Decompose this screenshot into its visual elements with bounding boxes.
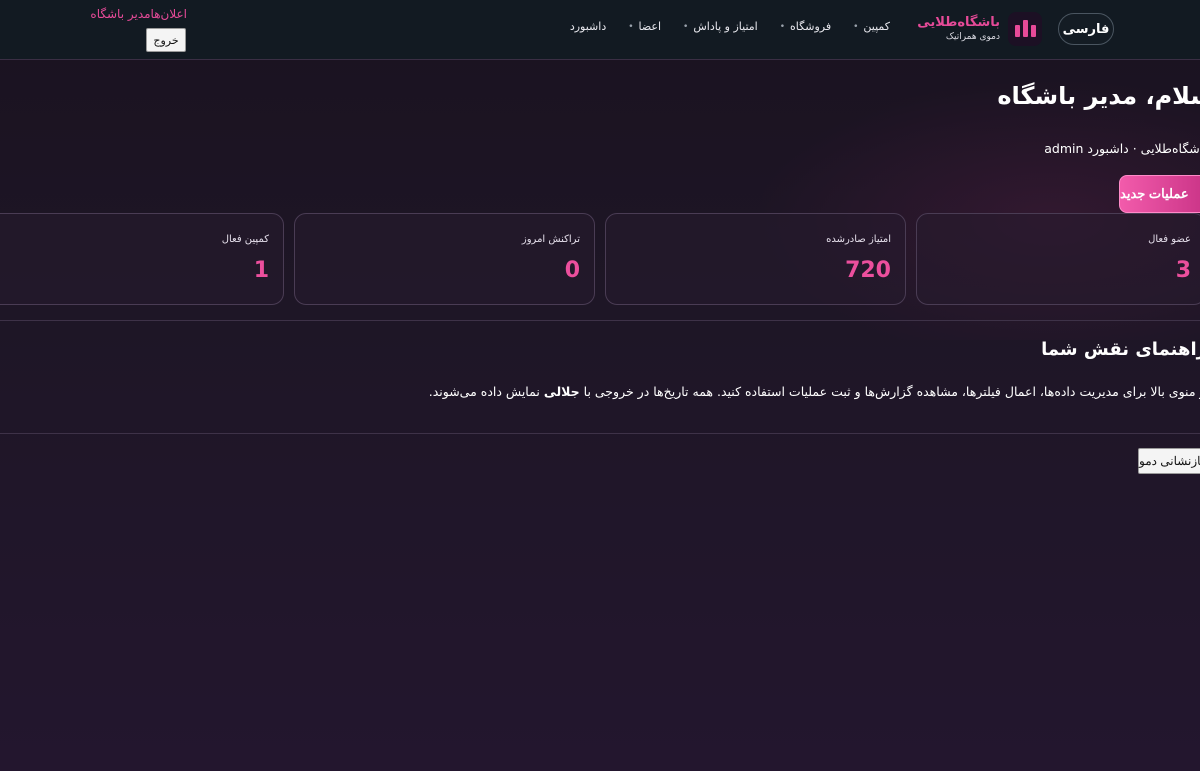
nav-item-label: امتیاز و پاداش [693,20,758,33]
top-navbar: فارسی باشگاه‌طلایی دموی همراتیک داشبورد … [0,0,1200,60]
stat-value: 0 [564,258,580,283]
reset-demo-button[interactable]: بازنشانی دمو [1138,448,1200,474]
nav-item-shop[interactable]: فروشگاه • [780,20,831,33]
dropdown-dot-icon: • [779,21,786,32]
stat-label: کمپین فعال [221,234,269,245]
stat-label: عضو فعال [1148,234,1191,245]
nav-item-campaign[interactable]: کمپین • [853,20,890,33]
stat-value: 720 [845,258,891,283]
nav-item-label: کمپین [863,20,890,33]
nav-item-label: اعضا [638,20,662,33]
dropdown-dot-icon: • [853,21,859,32]
nav-item-members[interactable]: اعضا • [628,20,661,33]
nav-item-points-rewards[interactable]: امتیاز و پاداش • [683,20,758,33]
guide-text-emphasis: جلالی [543,384,580,399]
role-guide-title: راهنمای نقش شما [1041,339,1200,360]
brand-subtitle: دموی همراتیک [945,32,1000,42]
page-title: سلام، مدیر باشگاه [997,82,1200,110]
role-guide-text: از منوی بالا برای مدیریت داده‌ها، اعمال … [429,384,1200,399]
stat-value: 3 [1175,258,1191,283]
nav-item-dashboard[interactable]: داشبورد [570,20,606,33]
guide-text-part: از منوی بالا برای مدیریت داده‌ها، اعمال … [579,384,1200,399]
stat-label: تراکنش امروز [521,234,580,245]
stat-card-active-members: عضو فعال 3 [916,213,1200,305]
logout-button[interactable]: خروج [146,28,186,52]
notifications-user-link[interactable]: اعلان‌هامدیر باشگاه [90,7,187,21]
brand-logo-icon[interactable] [1008,12,1042,46]
stat-label: امتیاز صادرشده [826,234,891,245]
stat-value: 1 [253,258,269,283]
language-button[interactable]: فارسی [1058,13,1114,45]
nav-item-label: داشبورد [569,20,607,33]
dropdown-dot-icon: • [628,21,634,32]
stat-card-active-campaigns: کمپین فعال 1 [0,213,284,305]
nav-item-label: فروشگاه [790,20,832,33]
new-operation-button[interactable]: عملیات جدید [1119,175,1200,213]
breadcrumb: باشگاه‌طلایی · داشبورد admin [1044,141,1200,156]
brand-name[interactable]: باشگاه‌طلایی [917,15,1000,30]
dropdown-dot-icon: • [683,21,689,32]
guide-text-part: نمایش داده می‌شوند. [428,384,544,399]
stat-card-today-transactions: تراکنش امروز 0 [294,213,595,305]
section-divider [0,433,1200,434]
main-nav: داشبورد اعضا • امتیاز و پاداش • فروشگاه … [570,20,890,33]
section-divider [0,320,1200,321]
stat-card-points-issued: امتیاز صادرشده 720 [605,213,906,305]
